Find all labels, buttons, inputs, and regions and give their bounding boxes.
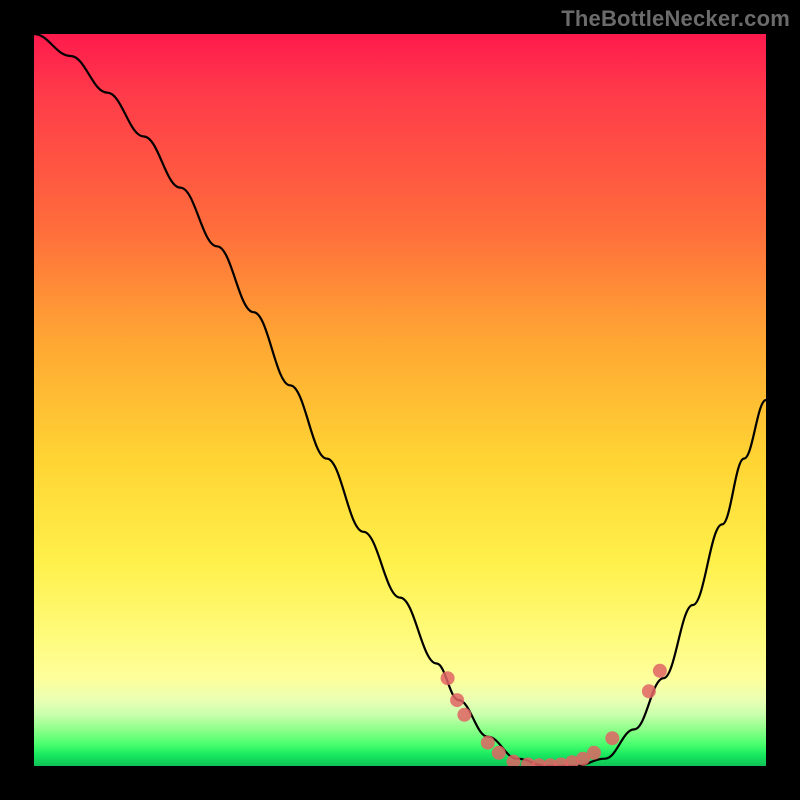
marker-group — [441, 664, 667, 766]
curve-marker — [587, 746, 601, 760]
curve-marker — [642, 684, 656, 698]
watermark-text: TheBottleNecker.com — [561, 6, 790, 32]
bottleneck-curve — [34, 34, 766, 766]
curve-marker — [450, 693, 464, 707]
curve-marker — [441, 671, 455, 685]
curve-marker — [457, 708, 471, 722]
curve-marker — [605, 731, 619, 745]
curve-marker — [481, 736, 495, 750]
bottleneck-curve-svg — [34, 34, 766, 766]
plot-area — [34, 34, 766, 766]
curve-marker — [492, 746, 506, 760]
curve-marker — [653, 664, 667, 678]
curve-marker — [507, 755, 521, 766]
